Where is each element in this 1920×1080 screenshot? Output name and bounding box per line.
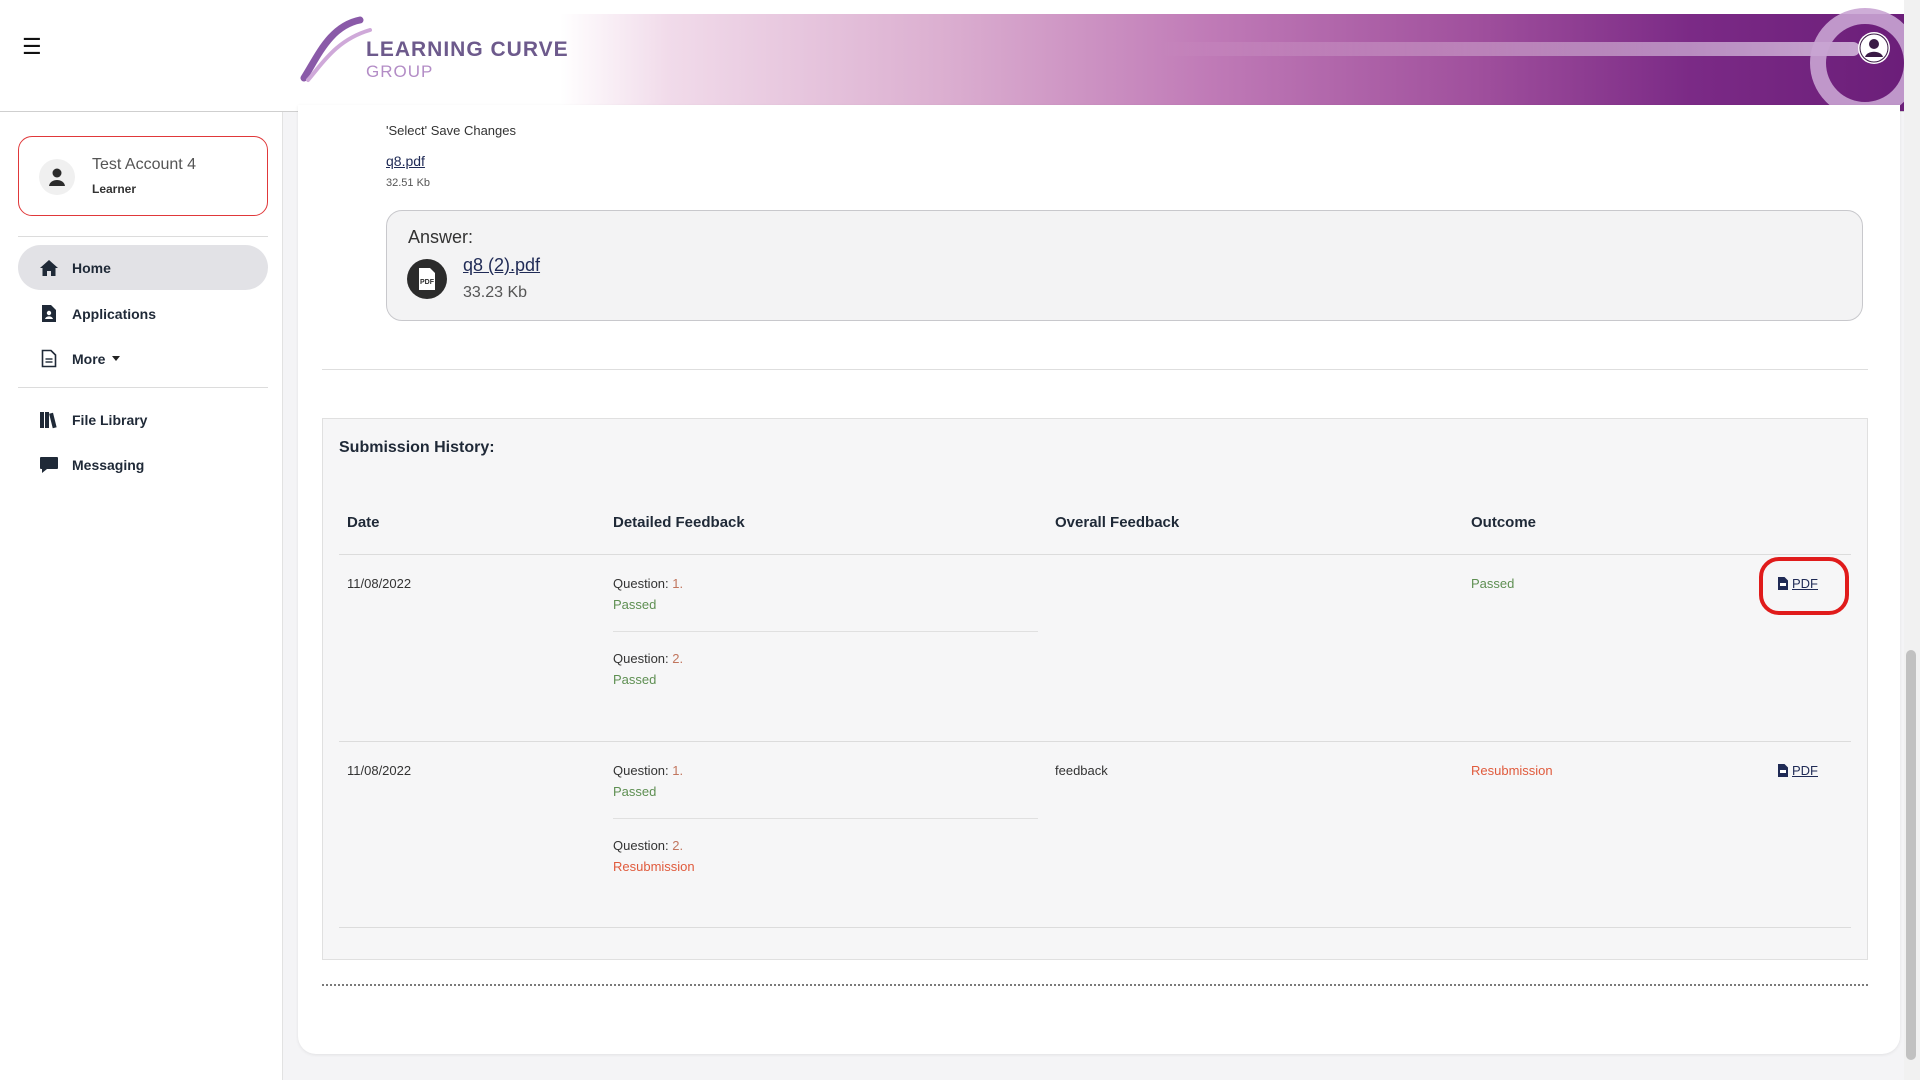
person-icon [39, 159, 75, 195]
row-divider [339, 927, 1851, 928]
banner-streak [1160, 42, 1860, 56]
pdf-link-label: PDF [1792, 763, 1818, 778]
answer-file-link[interactable]: q8 (2).pdf [463, 255, 540, 276]
question-file-link[interactable]: q8.pdf [386, 153, 425, 169]
sidebar: Test Account 4 Learner Home Applications… [0, 112, 283, 1080]
submission-history-title: Submission History: [339, 439, 495, 456]
pdf-file-icon: PDF [407, 259, 447, 299]
question-label: Question: [613, 763, 669, 778]
detail-question: Question: 1. [613, 763, 683, 778]
column-header-date: Date [347, 514, 380, 531]
user-name: Test Account 4 [92, 156, 197, 173]
detail-question: Question: 2. [613, 838, 683, 853]
header-banner [560, 8, 1920, 111]
logo-text-line1: LEARNING CURVE [366, 38, 569, 61]
detail-status: Passed [613, 672, 657, 687]
top-header: ☰ LEARNING CURVE GROUP [0, 0, 1920, 112]
sidebar-item-file-library[interactable]: File Library [18, 397, 268, 442]
question-note: 'Select' Save Changes [386, 123, 516, 138]
answer-label: Answer: [408, 227, 474, 247]
question-number: 2. [672, 838, 684, 853]
chat-icon [38, 454, 60, 476]
question-number: 2. [672, 651, 684, 666]
sidebar-item-messaging[interactable]: Messaging [18, 442, 268, 487]
row-divider [339, 554, 1851, 555]
question-label: Question: [613, 651, 669, 666]
sidebar-item-more[interactable]: More [18, 336, 268, 381]
user-role: Learner [92, 182, 137, 196]
highlight-circle [1759, 557, 1849, 615]
brand-logo[interactable]: LEARNING CURVE GROUP [300, 16, 570, 86]
sidebar-item-label: More [72, 350, 106, 367]
sidebar-divider [18, 236, 268, 237]
sidebar-item-label: Messaging [72, 456, 145, 473]
sidebar-item-label: File Library [72, 411, 148, 428]
caret-down-icon [112, 356, 121, 361]
answer-file-size: 33.23 Kb [463, 284, 528, 301]
column-header-overall-feedback: Overall Feedback [1055, 514, 1180, 531]
row-date: 11/08/2022 [347, 576, 412, 591]
detail-status: Passed [613, 597, 657, 612]
submission-history-panel: Submission History: Date Detailed Feedba… [322, 418, 1868, 960]
row-date: 11/08/2022 [347, 763, 412, 778]
answer-box: Answer: PDF q8 (2).pdf 33.23 Kb [386, 210, 1863, 321]
column-header-detailed-feedback: Detailed Feedback [613, 514, 745, 531]
detail-status: Resubmission [613, 859, 695, 874]
file-pdf-icon [1778, 764, 1788, 777]
detail-divider [613, 631, 1038, 632]
scrollbar-thumb[interactable] [1906, 650, 1916, 1060]
detail-status: Passed [613, 784, 657, 799]
row-outcome: Passed [1471, 576, 1515, 591]
sidebar-item-label: Applications [72, 305, 157, 322]
document-person-icon [38, 303, 60, 325]
sidebar-divider [18, 387, 268, 388]
document-icon [38, 348, 60, 370]
svg-text:PDF: PDF [420, 279, 435, 286]
question-label: Question: [613, 576, 669, 591]
column-header-outcome: Outcome [1471, 514, 1537, 531]
section-divider [322, 369, 1868, 370]
row-outcome: Resubmission [1471, 763, 1553, 778]
user-card[interactable]: Test Account 4 Learner [18, 136, 268, 216]
detail-question: Question: 1. [613, 576, 683, 591]
sidebar-item-label: Home [72, 259, 111, 276]
home-icon [38, 257, 60, 279]
download-pdf-link[interactable]: PDF [1778, 763, 1818, 778]
detail-divider [613, 818, 1038, 819]
question-number: 1. [672, 763, 684, 778]
sidebar-item-applications[interactable]: Applications [18, 291, 268, 336]
sidebar-item-home[interactable]: Home [18, 245, 268, 290]
logo-text-line2: GROUP [366, 62, 434, 81]
hamburger-icon[interactable]: ☰ [22, 36, 44, 58]
detail-question: Question: 2. [613, 651, 683, 666]
question-file-size: 32.51 Kb [386, 177, 431, 189]
dotted-separator [322, 984, 1868, 986]
user-circle-icon[interactable] [1858, 32, 1890, 64]
question-label: Question: [613, 838, 669, 853]
books-icon [38, 409, 60, 431]
row-divider [339, 741, 1851, 742]
row-overall-feedback: feedback [1055, 763, 1108, 778]
question-number: 1. [672, 576, 684, 591]
